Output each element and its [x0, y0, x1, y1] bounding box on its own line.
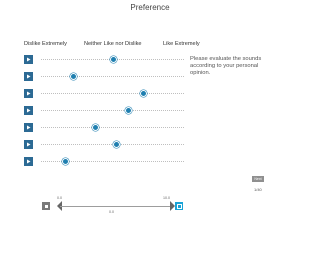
page-title: Preference [130, 3, 170, 12]
loop-end-time: 10.0 [163, 196, 170, 200]
scale-label-right: Like Extremely [163, 41, 200, 47]
rating-slider-track[interactable] [41, 110, 184, 111]
play-icon [27, 125, 31, 130]
play-icon [27, 74, 31, 79]
rating-slider-handle[interactable] [110, 56, 118, 63]
playback-position-time: 0.0 [109, 210, 114, 214]
play-button[interactable] [24, 140, 33, 149]
rating-row [0, 138, 300, 152]
scale-label-middle: Neither Like nor Dislike [84, 41, 142, 47]
rating-slider-track[interactable] [41, 127, 184, 128]
stop-icon [44, 204, 48, 208]
playback-track[interactable] [60, 206, 172, 207]
play-button[interactable] [24, 89, 33, 98]
stop-button[interactable] [42, 202, 50, 210]
play-button[interactable] [24, 123, 33, 132]
rating-slider-handle[interactable] [91, 124, 99, 131]
rating-slider-track[interactable] [41, 76, 184, 77]
play-button[interactable] [24, 157, 33, 166]
rating-row [0, 104, 300, 118]
progress-counter: 1/40 [254, 187, 262, 192]
rating-slider-handle[interactable] [124, 107, 132, 114]
rating-slider-handle[interactable] [113, 141, 121, 148]
rating-slider-track[interactable] [41, 93, 184, 94]
loop-button[interactable] [175, 202, 183, 210]
scale-label-left: Dislike Extremely [24, 41, 67, 47]
rating-row [0, 87, 300, 101]
play-icon [27, 142, 31, 147]
rating-slider-handle[interactable] [70, 73, 78, 80]
play-icon [27, 91, 31, 96]
rating-row [0, 155, 300, 169]
rating-slider-handle[interactable] [140, 90, 148, 97]
next-button[interactable]: Next [252, 176, 264, 182]
loop-start-time: 0.0 [57, 196, 62, 200]
rating-row [0, 121, 300, 135]
instructions-text: Please evaluate the sounds according to … [190, 56, 262, 76]
loop-icon [176, 203, 182, 209]
scale-labels: Dislike Extremely Neither Like nor Disli… [0, 41, 300, 51]
play-icon [27, 57, 31, 62]
play-button[interactable] [24, 72, 33, 81]
play-button[interactable] [24, 106, 33, 115]
play-icon [27, 159, 31, 164]
play-icon [27, 108, 31, 113]
rating-slider-handle[interactable] [61, 158, 69, 165]
play-button[interactable] [24, 55, 33, 64]
